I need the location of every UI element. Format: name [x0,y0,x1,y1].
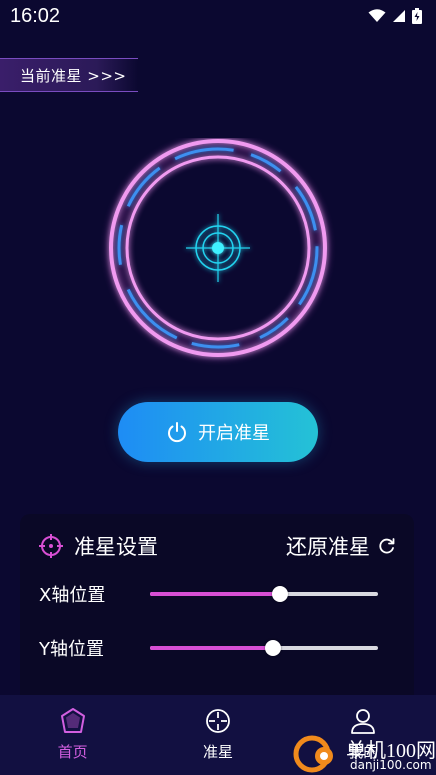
x-position-slider-fill [150,592,280,596]
status-bar: 16:02 [0,0,436,32]
start-button-label: 开启准星 [198,423,270,444]
crosshair-icon [206,709,230,733]
home-icon [60,708,85,733]
status-time: 16:02 [10,4,61,27]
y-position-row: Y轴位置 [20,628,414,668]
settings-title: 准星设置 [38,531,158,561]
y-position-slider-thumb[interactable] [265,640,282,656]
reset-label: 还原准星 [286,535,370,559]
status-icons [368,8,422,24]
watermark: 单机100网 danji100.com [288,730,436,775]
watermark-text-en: danji100.com [350,758,432,772]
settings-header: 准星设置 还原准星 [20,514,414,578]
crosshair-icon [39,534,63,558]
battery-charging-icon [412,8,422,24]
x-position-row: X轴位置 [20,574,414,614]
crosshair-preview-graphic [100,138,336,366]
signal-icon [393,10,405,22]
nav-crosshair-label: 准星 [202,743,233,761]
crosshair-preview [98,138,338,378]
y-position-slider-fill [150,646,274,650]
nav-item-crosshair[interactable]: 准星 [158,707,278,762]
power-icon [168,422,186,443]
reset-crosshair-button[interactable]: 还原准星 [286,531,396,561]
x-position-slider[interactable] [150,586,378,602]
x-position-label: X轴位置 [39,585,106,606]
current-crosshair-tag[interactable]: 当前准星 >>> [0,58,138,92]
nav-home-label: 首页 [57,743,88,761]
start-crosshair-button[interactable]: 开启准星 [118,402,318,462]
refresh-icon [379,538,395,554]
watermark-logo-icon [293,735,333,773]
crosshair-settings-panel: 准星设置 还原准星 X轴位置 Y轴位置 [20,514,414,714]
y-position-slider[interactable] [150,640,378,656]
settings-title-text: 准星设置 [74,535,158,559]
x-position-slider-thumb[interactable] [271,586,288,602]
wifi-icon [368,9,386,22]
nav-item-home[interactable]: 首页 [13,707,133,762]
y-position-label: Y轴位置 [39,639,104,660]
